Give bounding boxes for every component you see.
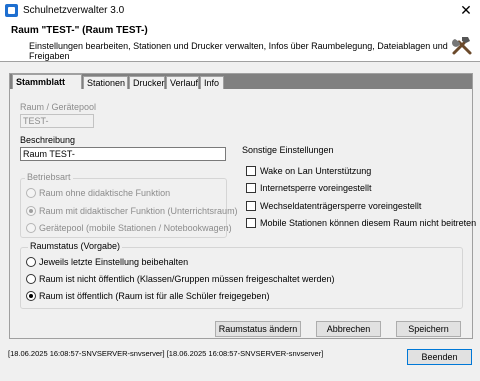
label-mobile-stationen: Mobile Stationen können diesem Raum nich… (260, 218, 477, 228)
header-subtitle: Einstellungen bearbeiten, Stationen und … (29, 41, 448, 61)
raumstatus-title: Raumstatus (Vorgabe) (28, 241, 123, 251)
app-icon (5, 4, 18, 17)
checkbox-wechseldatentraeger[interactable] (246, 201, 256, 211)
tab-drucker[interactable]: Drucker (129, 76, 165, 90)
label-wake-on-lan: Wake on Lan Unterstützung (260, 166, 372, 176)
betriebsart-radio-ohne (26, 188, 36, 198)
close-icon[interactable]: ✕ (455, 1, 477, 20)
checkbox-internetsperre[interactable] (246, 183, 256, 193)
window-title: Schulnetzverwalter 3.0 (23, 5, 125, 16)
betriebsart-radio-mit (26, 206, 36, 216)
status-log: [18.06.2025 16:08:57-SNVSERVER-snvserver… (8, 349, 324, 358)
beenden-button[interactable]: Beenden (407, 349, 472, 365)
abbrechen-button[interactable]: Abbrechen (316, 321, 381, 337)
betriebsart-label-pool: Gerätepool (mobile Stationen / Notebookw… (39, 223, 232, 233)
betriebsart-radio-pool (26, 223, 36, 233)
tools-icon (452, 37, 472, 55)
speichern-button[interactable]: Speichern (396, 321, 461, 337)
label-internetsperre: Internetsperre voreingestellt (260, 183, 372, 193)
tab-verlauf[interactable]: Verlauf (166, 76, 199, 90)
raumstatus-radio-nicht-oeffentlich[interactable] (26, 274, 36, 284)
beschreibung-label: Beschreibung (20, 135, 76, 145)
checkbox-mobile-stationen[interactable] (246, 218, 256, 228)
header-title: Raum "TEST-" (Raum TEST-) (11, 25, 148, 36)
raum-label: Raum / Gerätepool (20, 102, 97, 112)
raumstatus-label-oeffentlich: Raum ist öffentlich (Raum ist für alle S… (39, 291, 270, 301)
tab-stationen[interactable]: Stationen (83, 76, 128, 90)
raumstatus-label-nicht-oeffentlich: Raum ist nicht öffentlich (Klassen/Grupp… (39, 274, 335, 284)
betriebsart-title: Betriebsart (25, 172, 73, 182)
tab-stammblatt[interactable]: Stammblatt (12, 74, 82, 90)
raumstatus-aendern-button[interactable]: Raumstatus ändern (215, 321, 301, 337)
raumstatus-label-letzte: Jeweils letzte Einstellung beibehalten (39, 257, 189, 267)
raum-field: TEST- (20, 114, 94, 128)
checkbox-wake-on-lan[interactable] (246, 166, 256, 176)
beschreibung-field[interactable]: Raum TEST- (20, 147, 226, 161)
raumstatus-radio-letzte[interactable] (26, 257, 36, 267)
label-wechseldatentraeger: Wechseldatenträgersperre voreingestellt (260, 201, 422, 211)
raumstatus-radio-oeffentlich[interactable] (26, 291, 36, 301)
betriebsart-label-mit: Raum mit didaktischer Funktion (Unterric… (39, 206, 238, 216)
sonstige-title: Sonstige Einstellungen (242, 145, 334, 155)
tab-info[interactable]: Info (200, 76, 224, 90)
betriebsart-label-ohne: Raum ohne didaktische Funktion (39, 188, 171, 198)
